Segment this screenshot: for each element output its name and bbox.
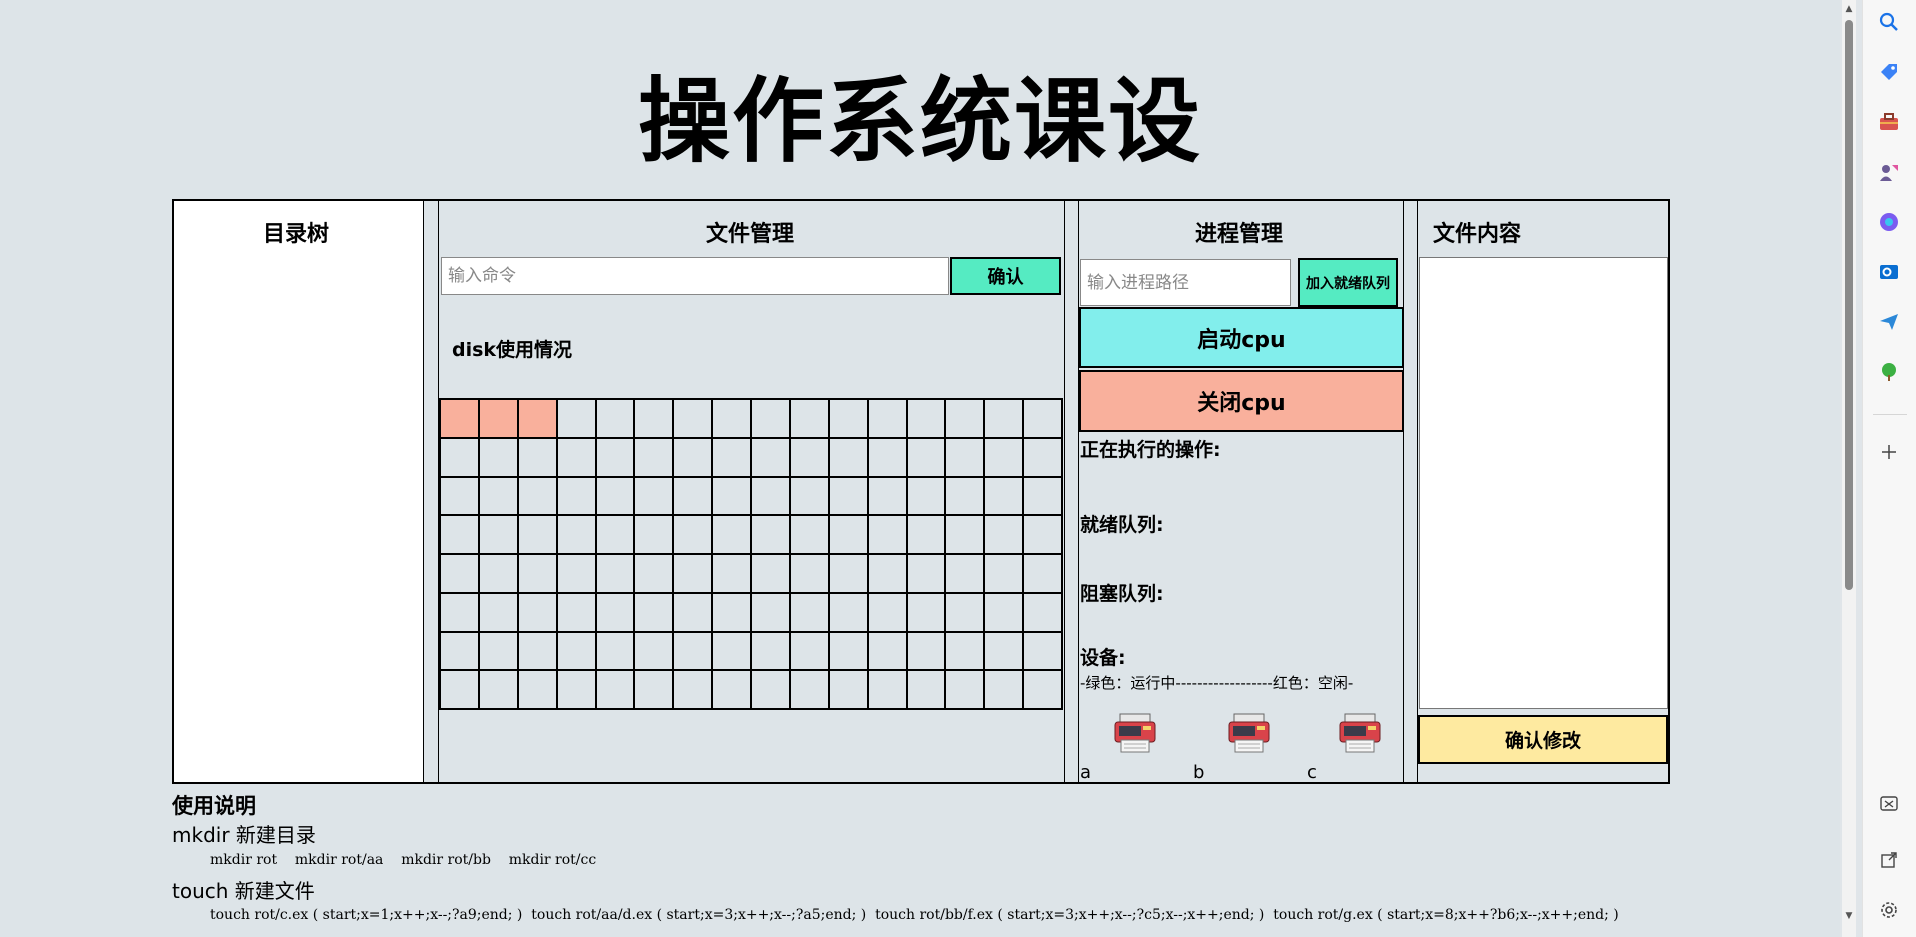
send-icon[interactable] <box>1877 310 1901 334</box>
outlook-icon[interactable] <box>1877 260 1901 284</box>
page-scrollbar[interactable]: ▲ ▼ <box>1842 0 1856 937</box>
tag-icon[interactable] <box>1877 60 1901 84</box>
mkdir-examples: mkdir rot mkdir rot/aa mkdir rot/bb mkdi… <box>210 852 597 868</box>
mkdir-heading: mkdir 新建目录 <box>172 823 316 847</box>
screenshot-icon[interactable] <box>1877 792 1901 816</box>
tree-icon[interactable] <box>1877 360 1901 384</box>
add-icon[interactable] <box>1877 440 1901 464</box>
games-icon[interactable] <box>1877 160 1901 184</box>
help-title: 使用说明 <box>172 794 256 818</box>
sidebar-divider <box>1873 414 1907 415</box>
touch-heading: touch 新建文件 <box>172 879 315 903</box>
page-title: 操作系统课设 <box>637 68 1202 175</box>
scroll-down-arrow-icon[interactable]: ▼ <box>1844 911 1854 921</box>
touch-examples: touch rot/c.ex ( start;x=1;x++;x--;?a9;e… <box>210 907 1619 923</box>
page: 操作系统课设 目录树 文件管理 确认 disk使用情况 进程管理 加入就绪队列 … <box>0 0 1840 937</box>
external-link-icon[interactable] <box>1877 848 1901 872</box>
scroll-up-arrow-icon[interactable]: ▲ <box>1844 4 1854 14</box>
browser-sidebar <box>1862 0 1916 937</box>
search-icon[interactable] <box>1877 10 1901 34</box>
main-frame <box>172 199 1670 784</box>
toolbox-icon[interactable] <box>1877 110 1901 134</box>
copilot-icon[interactable] <box>1877 210 1901 234</box>
scroll-thumb[interactable] <box>1845 20 1853 590</box>
settings-icon[interactable] <box>1877 898 1901 922</box>
